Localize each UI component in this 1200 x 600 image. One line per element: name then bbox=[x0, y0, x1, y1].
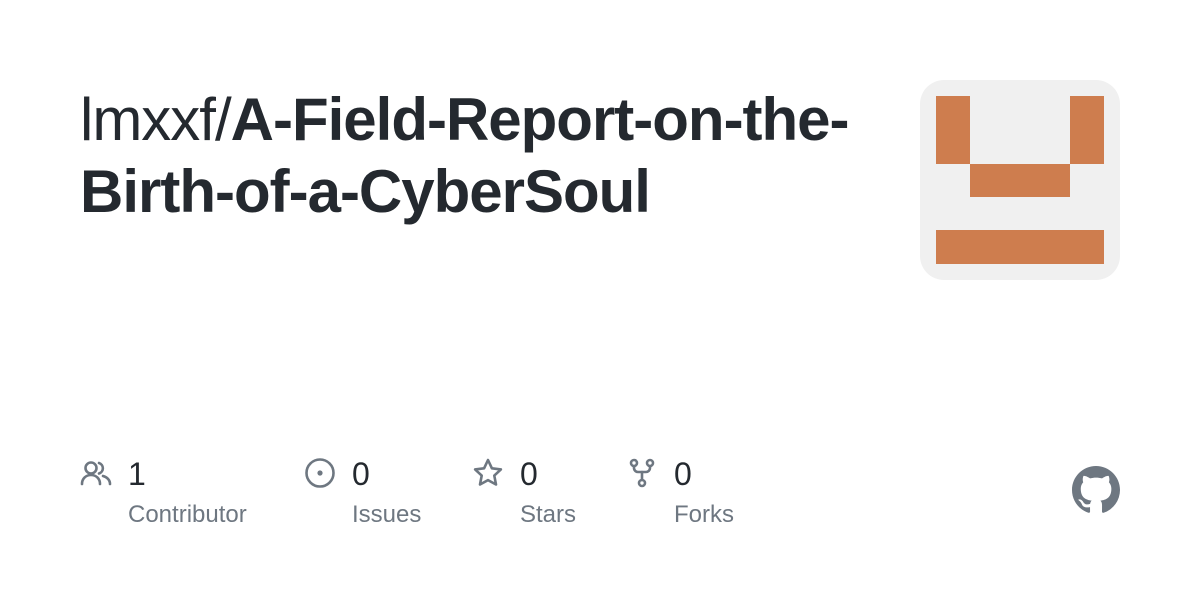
forks-count: 0 bbox=[674, 456, 692, 492]
stars-label: Stars bbox=[520, 501, 577, 528]
stars-count: 0 bbox=[520, 456, 538, 492]
avatar-pixel bbox=[936, 230, 1104, 264]
contributors-count: 1 bbox=[128, 456, 146, 492]
owner-avatar[interactable] bbox=[920, 80, 1120, 280]
people-icon bbox=[80, 457, 112, 489]
issues-count: 0 bbox=[352, 456, 370, 492]
issues-label: Issues bbox=[352, 501, 422, 528]
repo-forked-icon bbox=[626, 457, 658, 489]
avatar-pixel bbox=[970, 164, 1070, 197]
avatar-pixel bbox=[936, 96, 970, 164]
repo-title: lmxxf/A-Field-Report-on-the-Birth-of-a-C… bbox=[80, 84, 880, 228]
repo-owner[interactable]: lmxxf/ bbox=[80, 86, 232, 153]
star-icon bbox=[472, 457, 504, 489]
issue-opened-icon bbox=[304, 457, 336, 489]
avatar-pixel bbox=[1070, 96, 1104, 164]
contributors-label: Contributor bbox=[128, 501, 247, 528]
forks-label: Forks bbox=[674, 501, 734, 528]
github-mark-icon[interactable] bbox=[1072, 466, 1120, 514]
